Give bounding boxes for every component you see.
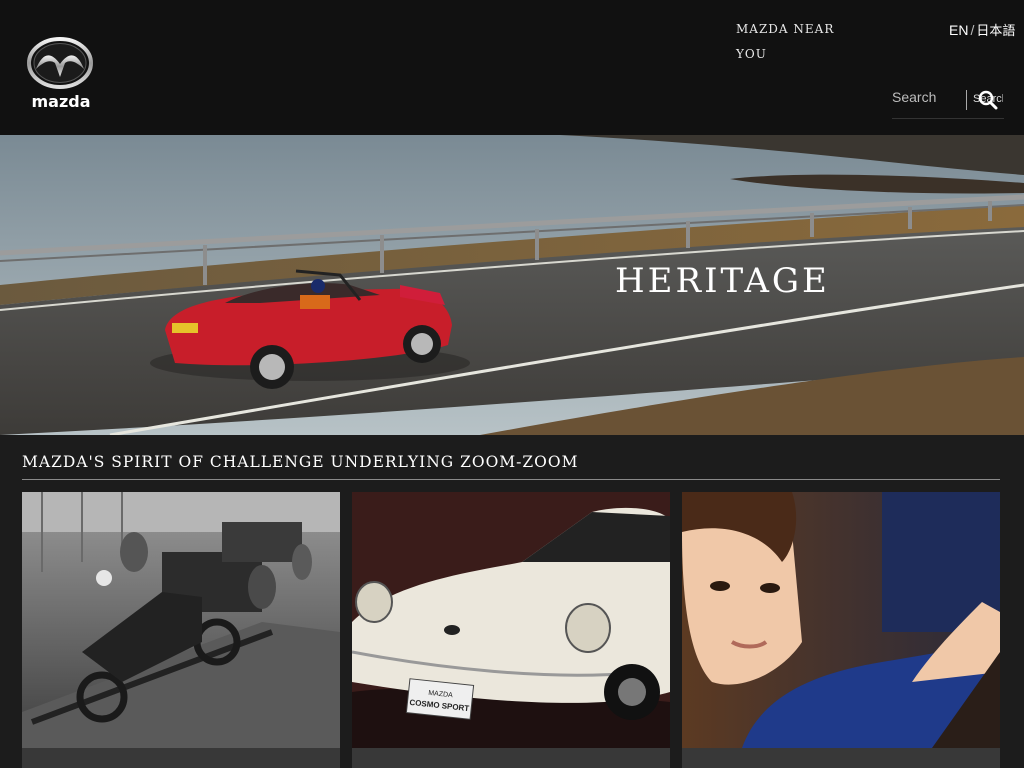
mazda-emblem-icon <box>27 37 93 89</box>
search-divider <box>966 90 967 110</box>
search-icon <box>978 90 998 110</box>
language-switcher: EN / 日本語 <box>949 20 1015 39</box>
card-factory[interactable] <box>22 492 340 768</box>
hero-roadster-image <box>0 135 1024 435</box>
card-cosmo-sport[interactable]: MAZDA COSMO SPORT <box>352 492 670 768</box>
cosmo-sport-image: MAZDA COSMO SPORT <box>352 492 670 748</box>
worker-portrait-image <box>682 492 1000 748</box>
lang-jp-link[interactable]: 日本語 <box>976 23 1015 38</box>
hero-title: HERITAGE <box>615 261 830 301</box>
heritage-section: MAZDA'S SPIRIT OF CHALLENGE UNDERLYING Z… <box>0 435 1024 768</box>
search-button[interactable]: Search <box>972 88 1004 112</box>
card-footer <box>22 748 340 768</box>
search-box: Search <box>892 84 1004 119</box>
lang-separator: / <box>970 22 975 38</box>
card-worker[interactable] <box>682 492 1000 768</box>
mazda-near-you-link[interactable]: MAZDA NEAR YOU <box>736 17 846 67</box>
vintage-factory-image <box>22 492 340 748</box>
site-header: mazda MAZDA NEAR YOU EN / 日本語 Search <box>0 0 1024 135</box>
section-title: MAZDA'S SPIRIT OF CHALLENGE UNDERLYING Z… <box>22 453 579 471</box>
lang-en-link[interactable]: EN <box>949 22 968 38</box>
section-divider <box>22 479 1000 480</box>
card-footer <box>352 748 670 768</box>
card-footer <box>682 748 1000 768</box>
search-input[interactable] <box>892 86 964 108</box>
mazda-logo[interactable]: mazda <box>22 36 100 111</box>
hero-banner: HERITAGE <box>0 135 1024 435</box>
logo-wordmark: mazda <box>31 92 91 111</box>
